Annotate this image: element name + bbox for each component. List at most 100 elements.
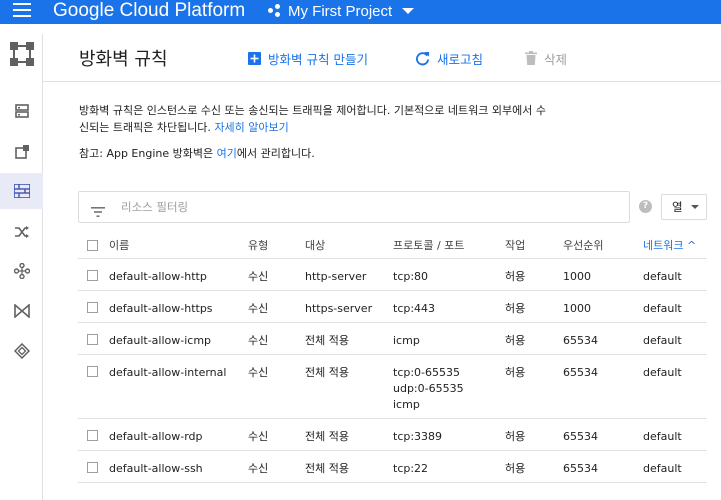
- table-row[interactable]: default-allow-ssh 수신 전체 적용 허용 65534 default tc…: [78, 451, 707, 483]
- refresh-label: 새로고침: [437, 51, 484, 67]
- page-title: 방화벽 규칙: [79, 49, 168, 70]
- protocol-port-entry: udp:0-65535: [393, 382, 464, 395]
- refresh-button[interactable]: 새로고침: [415, 48, 483, 68]
- row-checkbox[interactable]: [87, 430, 98, 441]
- columns-button[interactable]: 열: [661, 194, 707, 220]
- filter-input[interactable]: [121, 198, 601, 216]
- cell-action: 허용: [505, 430, 526, 443]
- cell-protocol: tcp:3389: [393, 429, 442, 445]
- row-checkbox[interactable]: [87, 334, 98, 345]
- cell-network: default: [643, 270, 682, 283]
- nav-peering[interactable]: [0, 253, 43, 289]
- page-header: 방화벽 규칙 방화벽 규칙 만들기 새로고침 삭제: [43, 34, 721, 82]
- cell-type: 수신: [248, 462, 269, 475]
- delete-button[interactable]: 삭제: [525, 48, 567, 68]
- table-row[interactable]: default-allow-internal 수신 전체 적용 허용 65534 defa…: [78, 355, 707, 419]
- menu-icon[interactable]: [13, 3, 31, 17]
- row-checkbox[interactable]: [87, 462, 98, 473]
- row-checkbox[interactable]: [87, 270, 98, 281]
- cell-priority: 1000: [563, 270, 591, 283]
- protocol-port-entry: icmp: [393, 334, 420, 347]
- cell-network: default: [643, 366, 682, 379]
- cell-name: default-allow-ssh: [109, 462, 203, 475]
- delete-label: 삭제: [544, 51, 568, 67]
- project-name: My First Project: [288, 2, 393, 20]
- cell-action: 허용: [505, 462, 526, 475]
- create-label: 방화벽 규칙 만들기: [268, 51, 368, 67]
- app-engine-here-link[interactable]: 여기: [217, 147, 237, 160]
- external-link-icon: [14, 145, 29, 159]
- table-row[interactable]: default-allow-icmp 수신 전체 적용 허용 65534 default i…: [78, 323, 707, 355]
- protocol-port-entry: tcp:80: [393, 270, 429, 283]
- routes-icon: [14, 226, 29, 238]
- cell-target: 전체 적용: [305, 430, 349, 443]
- cell-type: 수신: [248, 366, 269, 379]
- col-protocol[interactable]: 프로토콜 / 포트: [393, 238, 464, 254]
- cell-protocol: tcp:80: [393, 269, 428, 285]
- help-icon[interactable]: ?: [639, 200, 652, 213]
- trash-icon: [525, 51, 537, 65]
- project-selector[interactable]: My First Project: [268, 0, 415, 22]
- protocol-port-entry: tcp:443: [393, 302, 436, 315]
- learn-more-link[interactable]: 자세히 알아보기: [214, 121, 288, 134]
- cell-name: default-allow-http: [109, 270, 207, 283]
- nav-external-ip[interactable]: [0, 134, 43, 170]
- cell-type: 수신: [248, 334, 269, 347]
- cell-priority: 65534: [563, 366, 598, 379]
- chevron-down-icon: [402, 8, 415, 14]
- cell-network: default: [643, 430, 682, 443]
- cell-target: 전체 적용: [305, 334, 349, 347]
- interconnect-icon: [13, 304, 30, 318]
- select-all-checkbox[interactable]: [87, 240, 98, 251]
- refresh-icon: [415, 51, 430, 66]
- cell-action: 허용: [505, 270, 526, 283]
- cell-target: http-server: [305, 270, 367, 283]
- col-priority[interactable]: 우선순위: [563, 238, 603, 254]
- resource-filter[interactable]: [78, 191, 630, 223]
- col-type[interactable]: 유형: [248, 238, 268, 254]
- cell-protocol: icmp: [393, 333, 420, 349]
- nav-interconnect[interactable]: [0, 293, 43, 329]
- cell-network: default: [643, 334, 682, 347]
- cell-network: default: [643, 302, 682, 315]
- app-engine-note: 참고: App Engine 방화벽은 여기에서 관리합니다.: [79, 145, 315, 161]
- cell-target: 전체 적용: [305, 366, 349, 379]
- table-row[interactable]: default-allow-http 수신 http-server 허용 1000 def…: [78, 259, 707, 291]
- table-header-row: 이름 유형 대상 프로토콜 / 포트 작업 우선순위 네트워크 ^: [78, 232, 707, 259]
- nav-shared-vpc[interactable]: [0, 333, 43, 369]
- row-checkbox[interactable]: [87, 302, 98, 313]
- table-row[interactable]: default-allow-rdp 수신 전체 적용 허용 65534 default tc…: [78, 419, 707, 451]
- cell-name: default-allow-internal: [109, 366, 227, 379]
- nav-routes[interactable]: [0, 214, 43, 250]
- cell-action: 허용: [505, 334, 526, 347]
- col-network[interactable]: 네트워크 ^: [643, 238, 696, 254]
- vpc-network-icon: [9, 42, 34, 66]
- nav-vpc-networks[interactable]: [0, 93, 43, 129]
- row-checkbox[interactable]: [87, 366, 98, 377]
- cell-type: 수신: [248, 302, 269, 315]
- col-network-label: 네트워크: [643, 239, 684, 252]
- cell-action: 허용: [505, 366, 526, 379]
- cell-protocol: tcp:22: [393, 461, 428, 477]
- cell-target: https-server: [305, 302, 373, 315]
- col-action[interactable]: 작업: [505, 238, 525, 254]
- cell-priority: 65534: [563, 462, 598, 475]
- description: 방화벽 규칙은 인스턴스로 수신 또는 송신되는 트래픽을 제어합니다. 기본적…: [79, 102, 549, 136]
- cell-name: default-allow-rdp: [109, 430, 203, 443]
- filter-list-icon: [91, 202, 105, 221]
- vpc-network-logo[interactable]: [0, 36, 43, 72]
- cell-priority: 65534: [563, 334, 598, 347]
- create-firewall-rule-button[interactable]: 방화벽 규칙 만들기: [248, 48, 368, 68]
- protocol-port-entry: tcp:3389: [393, 430, 443, 443]
- nav-firewall[interactable]: [0, 173, 43, 209]
- sort-ascending-icon: ^: [686, 239, 697, 252]
- cell-type: 수신: [248, 270, 269, 283]
- cell-target: 전체 적용: [305, 462, 349, 475]
- product-nav-rail: [0, 34, 43, 500]
- col-target[interactable]: 대상: [305, 238, 325, 254]
- cell-type: 수신: [248, 430, 269, 443]
- firewall-rules-table: 이름 유형 대상 프로토콜 / 포트 작업 우선순위 네트워크 ^ defaul…: [78, 232, 707, 483]
- col-name[interactable]: 이름: [109, 238, 129, 254]
- brand-title[interactable]: Google Cloud Platform: [53, 0, 245, 22]
- table-row[interactable]: default-allow-https 수신 https-server 허용 1000 d…: [78, 291, 707, 323]
